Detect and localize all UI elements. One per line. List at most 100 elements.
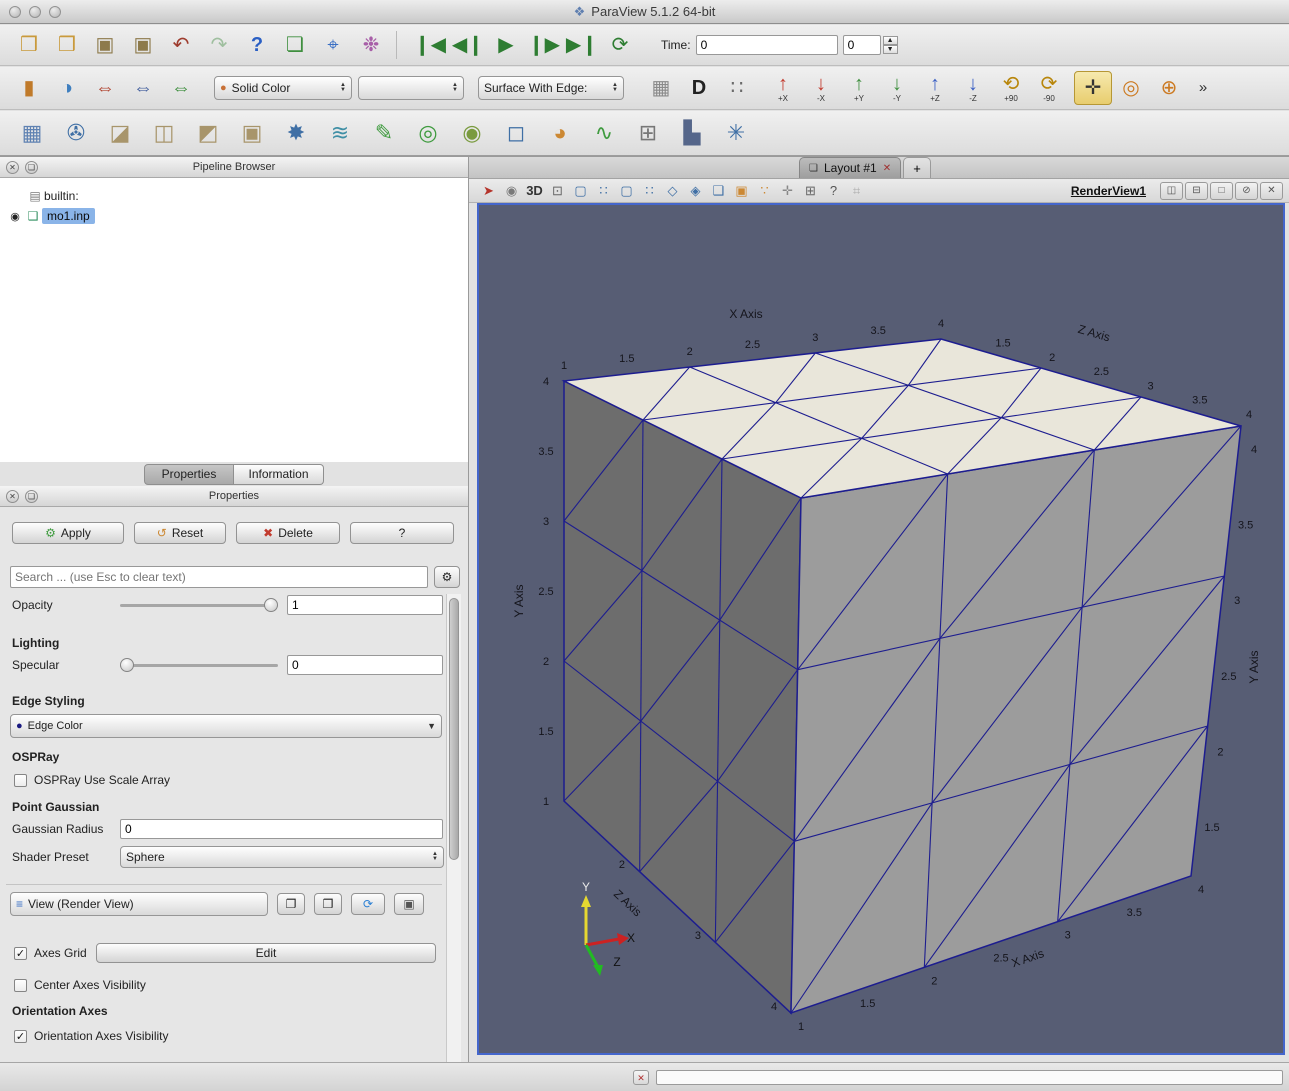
rescale-to-visible-range-button[interactable]: ⇔ [162, 71, 200, 105]
loop-button[interactable]: ⟳ [601, 28, 639, 62]
pipeline-item-source[interactable]: ◉ ❑ mo1.inp [0, 206, 468, 226]
first-frame-button[interactable]: ❙◀ [411, 28, 449, 62]
opacity-input[interactable] [287, 595, 443, 615]
axes-grid-edit-button[interactable]: Edit [96, 943, 436, 963]
group-datasets-button[interactable]: ◎ [406, 114, 450, 152]
selection-inspector-button[interactable]: ⌖ [314, 28, 352, 62]
select-cells-on-button[interactable]: ◻ [494, 114, 538, 152]
glyph-button[interactable]: ✸ [274, 114, 318, 152]
visibility-eye-icon[interactable]: ◉ [6, 210, 24, 223]
split-horizontal-button[interactable]: ◫ [1160, 182, 1183, 200]
probe-location-button[interactable]: ⊞ [626, 114, 670, 152]
camera-mode-button[interactable]: ◉ [500, 181, 523, 201]
open-file-button[interactable]: ❒ [10, 28, 48, 62]
center-axes-checkbox[interactable] [14, 979, 27, 992]
adjust-camera-button[interactable]: ⊡ [546, 181, 569, 201]
edit-color-legend-button[interactable]: D [680, 71, 718, 105]
render-view-name[interactable]: RenderView1 [1071, 184, 1146, 198]
interactive-select-cells-button[interactable]: ▣ [730, 181, 753, 201]
select-surface-points-button[interactable]: ∷ [592, 181, 615, 201]
shader-preset-combobox[interactable]: Sphere ▲▼ [120, 846, 444, 868]
pick-center-button[interactable]: ✛ [1074, 71, 1112, 105]
axes-grid-checkbox[interactable]: ✓ [14, 947, 27, 960]
temporal-interpolator-button[interactable]: ✳ [714, 114, 758, 152]
new-layout-tab-button[interactable]: + [903, 157, 931, 178]
threshold-button[interactable]: ◩ [186, 114, 230, 152]
render-view-help-button[interactable]: ? [822, 181, 845, 201]
properties-help-button[interactable]: ? [350, 522, 454, 544]
specular-input[interactable] [287, 655, 443, 675]
properties-scrollbar-thumb[interactable] [449, 598, 459, 860]
pipeline-item-builtin[interactable]: ▤ builtin: [0, 186, 468, 206]
select-polygon-points-button[interactable]: ◈ [684, 181, 707, 201]
interaction-mode-button[interactable]: ➤ [477, 181, 500, 201]
tab-layout-1[interactable]: ❏ Layout #1 ✕ [799, 157, 901, 178]
time-input[interactable] [696, 35, 838, 55]
edit-color-map-button[interactable]: ◑ [48, 71, 86, 105]
spreadsheet-view-button[interactable]: ▦ [10, 114, 54, 152]
select-display-points-button[interactable]: ∷ [718, 71, 756, 105]
select-frustum-cells-button[interactable]: ▢ [615, 181, 638, 201]
plot-over-line-button[interactable]: ∿ [582, 114, 626, 152]
clip-button[interactable]: ◪ [98, 114, 142, 152]
extract-group-button[interactable]: ◉ [450, 114, 494, 152]
load-state-button[interactable]: ▣ [124, 28, 162, 62]
save-view-defaults-button[interactable]: ▣ [394, 893, 424, 915]
set-view-plus-x-button[interactable]: ↑+X [764, 71, 802, 105]
delete-button[interactable]: ✖Delete [236, 522, 340, 544]
representation-combobox[interactable]: Surface With Edge: ▲▼ [478, 76, 624, 100]
specular-slider-thumb[interactable] [120, 658, 134, 672]
warp-by-vector-button[interactable]: ✎ [362, 114, 406, 152]
minimize-window-button[interactable] [29, 6, 41, 18]
close-view-button[interactable]: ✕ [1260, 182, 1283, 200]
specular-slider[interactable] [120, 657, 278, 673]
redo-button[interactable]: ↷ [200, 28, 238, 62]
play-button[interactable]: ▶ [487, 28, 525, 62]
last-frame-button[interactable]: ▶❙ [563, 28, 601, 62]
set-view-plus-y-button[interactable]: ↑+Y [840, 71, 878, 105]
set-view-plus-z-button[interactable]: ↑+Z [916, 71, 954, 105]
set-view-minus-x-button[interactable]: ↓-X [802, 71, 840, 105]
select-polygon-cells-button[interactable]: ◇ [661, 181, 684, 201]
frame-up-button[interactable]: ▲ [883, 36, 898, 45]
close-layout-tab-button[interactable]: ✕ [883, 163, 891, 174]
copy-view-button[interactable]: ❐ [277, 893, 305, 915]
help-button[interactable]: ? [238, 28, 276, 62]
frame-down-button[interactable]: ▼ [883, 45, 898, 54]
interactive-select-points-button[interactable]: ∵ [753, 181, 776, 201]
save-data-button[interactable]: ❒ [48, 28, 86, 62]
search-input[interactable] [10, 566, 428, 588]
apply-button[interactable]: ⚙Apply [12, 522, 124, 544]
hover-points-button[interactable]: ✛ [776, 181, 799, 201]
plot-selection-button[interactable]: ▙ [670, 114, 714, 152]
color-palette-button[interactable]: ❉ [352, 28, 390, 62]
undo-button[interactable]: ↶ [162, 28, 200, 62]
select-surface-cells-button[interactable]: ▢ [569, 181, 592, 201]
slice-button[interactable]: ◫ [142, 114, 186, 152]
rescale-to-custom-range-button[interactable]: ⇔ [124, 71, 162, 105]
frame-input[interactable] [843, 35, 881, 55]
save-state-button[interactable]: ▣ [86, 28, 124, 62]
zoom-window-button[interactable] [49, 6, 61, 18]
opacity-slider[interactable] [120, 597, 278, 613]
toggle-3d-button[interactable]: 3D [523, 181, 546, 201]
search-options-button[interactable]: ⚙ [434, 566, 460, 588]
properties-scrollbar[interactable] [446, 594, 461, 1062]
tab-properties[interactable]: Properties [144, 464, 234, 485]
set-view-minus-z-button[interactable]: ↓-Z [954, 71, 992, 105]
zoom-to-box-button[interactable]: ⊞ [799, 181, 822, 201]
select-block-button[interactable]: ❑ [707, 181, 730, 201]
show-whole-scene-button[interactable]: ▦ [642, 71, 680, 105]
extract-subset-button[interactable]: ▣ [230, 114, 274, 152]
toolbar-overflow-button[interactable]: » [1192, 71, 1214, 105]
capture-screenshot-button[interactable]: ❏ [276, 28, 314, 62]
set-view-minus-y-button[interactable]: ↓-Y [878, 71, 916, 105]
rotate-90-ccw-button[interactable]: ⟲+90 [992, 71, 1030, 105]
split-vertical-button[interactable]: ⊟ [1185, 182, 1208, 200]
select-frustum-points-button[interactable]: ∷ [638, 181, 661, 201]
contour-button[interactable]: ≋ [318, 114, 362, 152]
opacity-slider-thumb[interactable] [264, 598, 278, 612]
rotate-90-cw-button[interactable]: ⟳-90 [1030, 71, 1068, 105]
close-window-button[interactable] [9, 6, 21, 18]
calculator-button[interactable]: ✇ [54, 114, 98, 152]
